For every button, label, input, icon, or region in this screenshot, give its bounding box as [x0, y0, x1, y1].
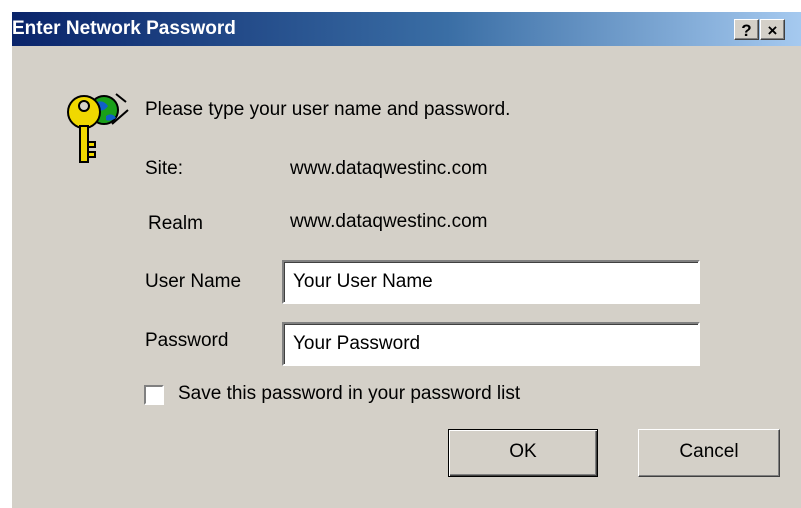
user-name-label: User Name [145, 271, 242, 292]
cancel-button[interactable]: Cancel [638, 429, 780, 477]
save-password-label[interactable]: Save this password in your password list [178, 383, 520, 405]
password-input[interactable] [282, 322, 700, 366]
password-label: Password [145, 330, 229, 351]
close-button[interactable]: × [760, 19, 785, 40]
realm-value: www.dataqwestinc.com [290, 211, 488, 232]
network-password-dialog: Enter Network Password ? × Please type y… [10, 12, 801, 508]
site-value: www.dataqwestinc.com [290, 158, 488, 179]
help-button[interactable]: ? [734, 19, 759, 40]
user-name-input[interactable] [282, 260, 700, 304]
cancel-button-label: Cancel [679, 441, 739, 462]
ok-button[interactable]: OK [448, 429, 598, 477]
title-bar[interactable]: Enter Network Password ? × [12, 12, 801, 46]
dialog-title: Enter Network Password [12, 18, 236, 39]
save-password-checkbox[interactable] [144, 385, 164, 405]
ok-button-label: OK [509, 441, 537, 462]
realm-label: Realm [148, 213, 203, 234]
prompt-text: Please type your user name and password. [145, 99, 511, 120]
keys-icon [67, 93, 129, 163]
site-label: Site: [145, 158, 184, 179]
